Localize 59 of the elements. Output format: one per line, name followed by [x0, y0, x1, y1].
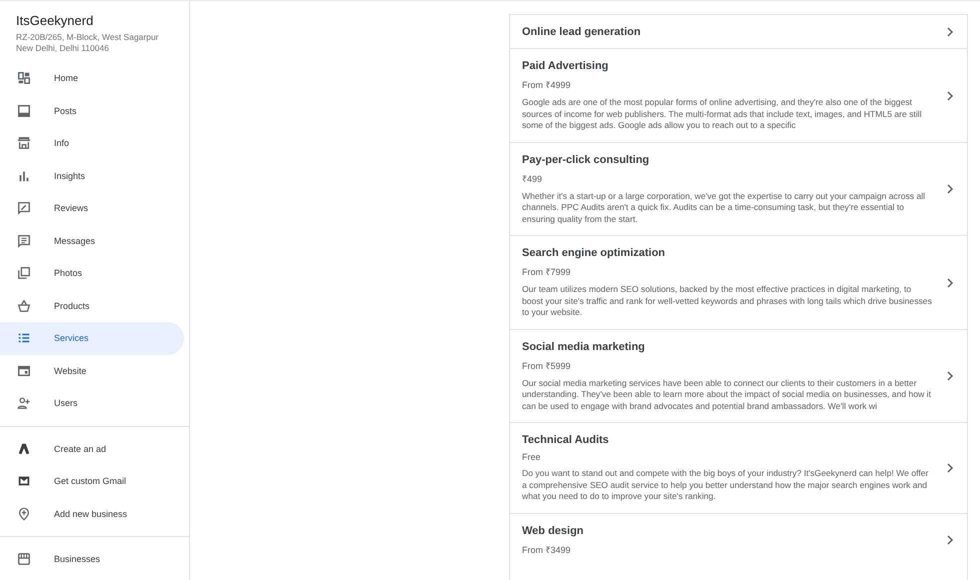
- service-name: Technical Audits: [522, 434, 610, 446]
- chevron-right-icon: [945, 26, 955, 38]
- service-description: Do you want to stand out and compete with the big boys of your industry? It'sGeekynerd can help! We offer a comprehensive SEO audit service to help you better understand how the major search engines work and what you need to do to improve your site's ranking.: [522, 468, 930, 502]
- service-description: Our team utilizes modern SEO solutions, backed by the most effective practices in digital marketing, to boost your site's traffic and rank for well-vetted keywords and phrases with long tails which drive businesses to your website.: [522, 284, 933, 318]
- ads-icon: [17, 442, 31, 456]
- service-description: Whether it's a start-up or a large corporation, we've got the expertise to carry out your campaign across all channels. PPC Audits aren't a quick fix. Audits can be a time-consuming task, but they're essential to ensuring quality from the start.: [522, 190, 926, 225]
- add-location-icon: [17, 506, 31, 521]
- chevron-right-icon: [945, 90, 955, 102]
- sidebar-item[interactable]: Home: [0, 62, 184, 94]
- business-address: RZ-20B/265, M-Block, West Sagarpur: [16, 32, 160, 43]
- service-price: From ₹4999: [522, 79, 572, 91]
- bar-chart-icon: [17, 168, 31, 183]
- service-card[interactable]: Online lead generation: [510, 14, 967, 48]
- service-description: Google ads are one of the most popular forms of online advertising, and they're also one of the biggest sources of income for web publishers. The multi-format ads that include text, images, and HTML5 are still some of the biggest ads. Google ads allow you to reach out to a specific: [522, 97, 923, 132]
- service-name: Web design: [522, 524, 585, 536]
- store-icon: [17, 552, 31, 566]
- mail-icon: [17, 474, 31, 488]
- sidebar-item[interactable]: Insights: [0, 160, 184, 192]
- sidebar-item[interactable]: Website: [0, 354, 184, 387]
- sidebar-item[interactable]: Create an ad: [0, 432, 184, 465]
- chevron-right-icon: [945, 183, 955, 196]
- chevron-right-icon: [945, 534, 955, 546]
- chevron-right-icon: [945, 370, 955, 382]
- chevron-right-icon: [945, 462, 955, 474]
- service-price: Free: [522, 452, 542, 462]
- basket-icon: [17, 298, 31, 313]
- photos-icon: [17, 266, 31, 280]
- review-icon: [17, 201, 31, 216]
- sidebar-item[interactable]: Add new business: [0, 498, 184, 530]
- sidebar-item[interactable]: Messages: [0, 224, 184, 257]
- sidebar-item[interactable]: Get custom Gmail: [0, 465, 184, 498]
- website-icon: [17, 364, 31, 378]
- service-name: Search engine optimization: [522, 247, 666, 259]
- sidebar-item[interactable]: Services: [0, 322, 184, 354]
- storefront-icon: [17, 136, 31, 150]
- sidebar-item[interactable]: Posts: [0, 94, 184, 127]
- service-price: From ₹5999: [522, 360, 572, 372]
- business-name: ItsGeekynerd: [16, 13, 94, 28]
- sidebar-item[interactable]: Products: [0, 290, 184, 322]
- service-price: ₹499: [522, 172, 544, 184]
- sidebar-item[interactable]: Photos: [0, 257, 184, 290]
- sidebar-item[interactable]: Users: [0, 387, 184, 420]
- service-card[interactable]: Web design From ₹3499: [510, 512, 967, 566]
- service-price: From ₹3499: [522, 544, 572, 556]
- chevron-right-icon: [945, 276, 955, 289]
- service-name: Paid Advertising: [522, 60, 610, 72]
- service-description: Our social media marketing services have been able to connect our clients to their customers in a better understanding. They've been able to learn more about the impact of social media on businesses, and how it can be used to engage with brand advocates and potential brand ambassadors. We'll work wi: [522, 378, 932, 412]
- dashboard-icon: [17, 71, 31, 86]
- sidebar-item[interactable]: Info: [0, 127, 184, 160]
- add-user-icon: [17, 396, 31, 410]
- service-name: Social media marketing: [522, 340, 646, 352]
- sidebar-item[interactable]: Businesses: [0, 543, 184, 576]
- sidebar-item[interactable]: Reviews: [0, 192, 184, 224]
- service-price: From ₹7999: [522, 266, 572, 278]
- service-name: Pay-per-click consulting: [522, 154, 650, 166]
- post-icon: [17, 104, 31, 118]
- business-address: New Delhi, Delhi 110046: [16, 43, 110, 54]
- service-name: Online lead generation: [522, 26, 642, 38]
- message-icon: [17, 234, 31, 248]
